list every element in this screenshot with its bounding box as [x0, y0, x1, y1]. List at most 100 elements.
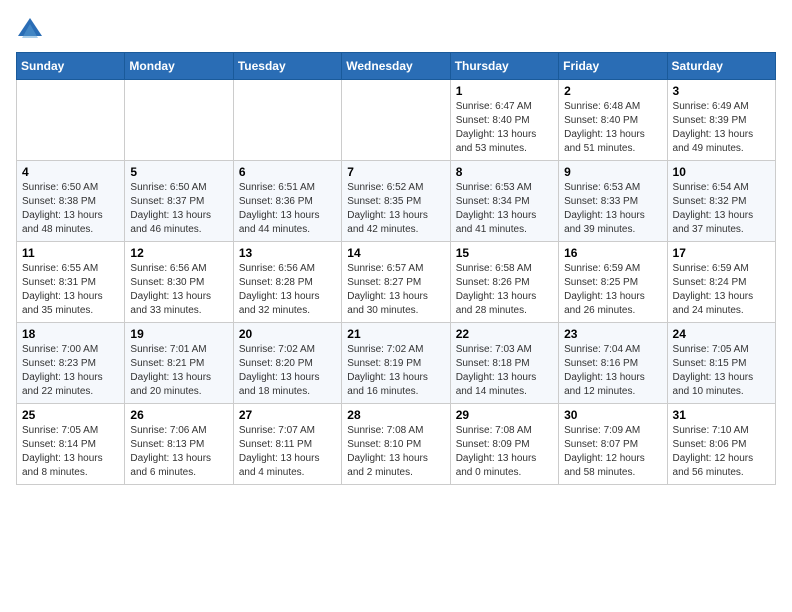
header-row: SundayMondayTuesdayWednesdayThursdayFrid…: [17, 53, 776, 80]
day-number: 16: [564, 246, 661, 260]
day-number: 11: [22, 246, 119, 260]
header-day-saturday: Saturday: [667, 53, 775, 80]
day-number: 1: [456, 84, 553, 98]
day-info: Sunrise: 7:08 AM Sunset: 8:09 PM Dayligh…: [456, 424, 553, 480]
day-number: 31: [673, 408, 770, 422]
day-number: 20: [239, 327, 336, 341]
day-number: 3: [673, 84, 770, 98]
calendar-cell: 31Sunrise: 7:10 AM Sunset: 8:06 PM Dayli…: [667, 404, 775, 485]
day-info: Sunrise: 7:04 AM Sunset: 8:16 PM Dayligh…: [564, 343, 661, 399]
day-number: 10: [673, 165, 770, 179]
day-info: Sunrise: 7:06 AM Sunset: 8:13 PM Dayligh…: [130, 424, 227, 480]
calendar-cell: 10 Sunrise: 6:54 AM Sunset: 8:32 PM Dayli…: [667, 161, 775, 242]
day-info: Sunrise: 6:47 AM Sunset: 8:40 PM Dayligh…: [456, 100, 553, 156]
day-number: 25: [22, 408, 119, 422]
day-number: 28: [347, 408, 444, 422]
calendar-cell: 9Sunrise: 6:53 AM Sunset: 8:33 PM Daylig…: [559, 161, 667, 242]
calendar-cell: 27 Sunrise: 7:07 AM Sunset: 8:11 PM Dayli…: [233, 404, 341, 485]
day-number: 27: [239, 408, 336, 422]
calendar-cell: [233, 80, 341, 161]
calendar-cell: 11 Sunrise: 6:55 AM Sunset: 8:31 PM Dayli…: [17, 242, 125, 323]
day-number: 13: [239, 246, 336, 260]
day-number: 22: [456, 327, 553, 341]
calendar-week-4: 18Sunrise: 7:00 AM Sunset: 8:23 PM Dayli…: [17, 323, 776, 404]
calendar-cell: 3 Sunrise: 6:49 AM Sunset: 8:39 PM Daylig…: [667, 80, 775, 161]
day-info: Sunrise: 7:08 AM Sunset: 8:10 PM Dayligh…: [347, 424, 444, 480]
day-number: 14: [347, 246, 444, 260]
day-info: Sunrise: 6:50 AM Sunset: 8:38 PM Dayligh…: [22, 181, 119, 237]
logo: [16, 16, 48, 44]
calendar-week-5: 25 Sunrise: 7:05 AM Sunset: 8:14 PM Dayli…: [17, 404, 776, 485]
calendar-cell: [342, 80, 450, 161]
day-number: 5: [130, 165, 227, 179]
day-info: Sunrise: 7:02 AM Sunset: 8:20 PM Dayligh…: [239, 343, 336, 399]
calendar-cell: 1 Sunrise: 6:47 AM Sunset: 8:40 PM Daylig…: [450, 80, 558, 161]
calendar-week-3: 11 Sunrise: 6:55 AM Sunset: 8:31 PM Dayli…: [17, 242, 776, 323]
calendar-cell: 15 Sunrise: 6:58 AM Sunset: 8:26 PM Dayli…: [450, 242, 558, 323]
calendar-cell: 23 Sunrise: 7:04 AM Sunset: 8:16 PM Dayli…: [559, 323, 667, 404]
day-number: 29: [456, 408, 553, 422]
day-number: 21: [347, 327, 444, 341]
calendar-cell: 16 Sunrise: 6:59 AM Sunset: 8:25 PM Dayli…: [559, 242, 667, 323]
calendar-cell: 6 Sunrise: 6:51 AM Sunset: 8:36 PM Daylig…: [233, 161, 341, 242]
day-info: Sunrise: 6:51 AM Sunset: 8:36 PM Dayligh…: [239, 181, 336, 237]
day-number: 4: [22, 165, 119, 179]
day-info: Sunrise: 6:55 AM Sunset: 8:31 PM Dayligh…: [22, 262, 119, 318]
calendar-cell: [17, 80, 125, 161]
day-info: Sunrise: 6:59 AM Sunset: 8:24 PM Dayligh…: [673, 262, 770, 318]
header-day-thursday: Thursday: [450, 53, 558, 80]
day-info: Sunrise: 7:01 AM Sunset: 8:21 PM Dayligh…: [130, 343, 227, 399]
day-number: 15: [456, 246, 553, 260]
calendar-cell: 2Sunrise: 6:48 AM Sunset: 8:40 PM Daylig…: [559, 80, 667, 161]
calendar-cell: 4 Sunrise: 6:50 AM Sunset: 8:38 PM Daylig…: [17, 161, 125, 242]
calendar-cell: 12 Sunrise: 6:56 AM Sunset: 8:30 PM Dayli…: [125, 242, 233, 323]
logo-icon: [16, 16, 44, 44]
header-day-friday: Friday: [559, 53, 667, 80]
page-header: [16, 16, 776, 44]
day-info: Sunrise: 6:53 AM Sunset: 8:34 PM Dayligh…: [456, 181, 553, 237]
calendar-cell: 17 Sunrise: 6:59 AM Sunset: 8:24 PM Dayli…: [667, 242, 775, 323]
day-number: 12: [130, 246, 227, 260]
day-info: Sunrise: 7:05 AM Sunset: 8:15 PM Dayligh…: [673, 343, 770, 399]
calendar-cell: 22Sunrise: 7:03 AM Sunset: 8:18 PM Dayli…: [450, 323, 558, 404]
day-info: Sunrise: 7:05 AM Sunset: 8:14 PM Dayligh…: [22, 424, 119, 480]
calendar-cell: 25 Sunrise: 7:05 AM Sunset: 8:14 PM Dayli…: [17, 404, 125, 485]
day-info: Sunrise: 6:49 AM Sunset: 8:39 PM Dayligh…: [673, 100, 770, 156]
calendar-cell: 14 Sunrise: 6:57 AM Sunset: 8:27 PM Dayli…: [342, 242, 450, 323]
day-info: Sunrise: 7:07 AM Sunset: 8:11 PM Dayligh…: [239, 424, 336, 480]
day-info: Sunrise: 6:59 AM Sunset: 8:25 PM Dayligh…: [564, 262, 661, 318]
calendar-cell: 20 Sunrise: 7:02 AM Sunset: 8:20 PM Dayli…: [233, 323, 341, 404]
day-info: Sunrise: 7:02 AM Sunset: 8:19 PM Dayligh…: [347, 343, 444, 399]
calendar-cell: [125, 80, 233, 161]
day-info: Sunrise: 6:50 AM Sunset: 8:37 PM Dayligh…: [130, 181, 227, 237]
day-info: Sunrise: 6:56 AM Sunset: 8:30 PM Dayligh…: [130, 262, 227, 318]
day-info: Sunrise: 7:09 AM Sunset: 8:07 PM Dayligh…: [564, 424, 661, 480]
calendar-cell: 19 Sunrise: 7:01 AM Sunset: 8:21 PM Dayli…: [125, 323, 233, 404]
day-info: Sunrise: 6:58 AM Sunset: 8:26 PM Dayligh…: [456, 262, 553, 318]
calendar-cell: 28 Sunrise: 7:08 AM Sunset: 8:10 PM Dayli…: [342, 404, 450, 485]
day-info: Sunrise: 6:57 AM Sunset: 8:27 PM Dayligh…: [347, 262, 444, 318]
day-number: 9: [564, 165, 661, 179]
calendar-body: 1 Sunrise: 6:47 AM Sunset: 8:40 PM Daylig…: [17, 80, 776, 485]
calendar-cell: 8Sunrise: 6:53 AM Sunset: 8:34 PM Daylig…: [450, 161, 558, 242]
day-info: Sunrise: 7:00 AM Sunset: 8:23 PM Dayligh…: [22, 343, 119, 399]
header-day-wednesday: Wednesday: [342, 53, 450, 80]
calendar-cell: 5 Sunrise: 6:50 AM Sunset: 8:37 PM Daylig…: [125, 161, 233, 242]
day-number: 17: [673, 246, 770, 260]
day-info: Sunrise: 6:54 AM Sunset: 8:32 PM Dayligh…: [673, 181, 770, 237]
day-number: 26: [130, 408, 227, 422]
header-day-sunday: Sunday: [17, 53, 125, 80]
calendar-cell: 26 Sunrise: 7:06 AM Sunset: 8:13 PM Dayli…: [125, 404, 233, 485]
day-number: 7: [347, 165, 444, 179]
day-number: 23: [564, 327, 661, 341]
day-info: Sunrise: 6:56 AM Sunset: 8:28 PM Dayligh…: [239, 262, 336, 318]
calendar-cell: 18Sunrise: 7:00 AM Sunset: 8:23 PM Dayli…: [17, 323, 125, 404]
day-number: 30: [564, 408, 661, 422]
calendar-cell: 30 Sunrise: 7:09 AM Sunset: 8:07 PM Dayli…: [559, 404, 667, 485]
header-day-tuesday: Tuesday: [233, 53, 341, 80]
day-number: 6: [239, 165, 336, 179]
calendar-header: SundayMondayTuesdayWednesdayThursdayFrid…: [17, 53, 776, 80]
day-info: Sunrise: 6:52 AM Sunset: 8:35 PM Dayligh…: [347, 181, 444, 237]
day-number: 2: [564, 84, 661, 98]
day-number: 19: [130, 327, 227, 341]
